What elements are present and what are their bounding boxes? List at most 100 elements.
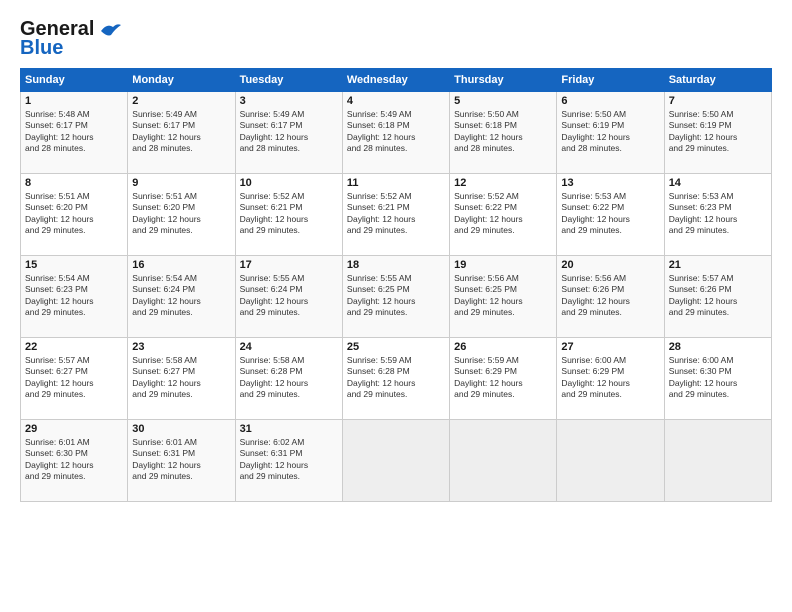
day-number: 24 (240, 341, 338, 353)
day-number: 31 (240, 423, 338, 435)
day-detail: Sunrise: 5:54 AM Sunset: 6:23 PM Dayligh… (25, 273, 123, 319)
day-detail: Sunrise: 5:57 AM Sunset: 6:27 PM Dayligh… (25, 355, 123, 401)
day-detail: Sunrise: 5:50 AM Sunset: 6:18 PM Dayligh… (454, 109, 552, 155)
day-detail: Sunrise: 5:52 AM Sunset: 6:22 PM Dayligh… (454, 191, 552, 237)
day-cell: 13Sunrise: 5:53 AM Sunset: 6:22 PM Dayli… (557, 174, 664, 256)
header-cell-tuesday: Tuesday (235, 69, 342, 92)
day-number: 1 (25, 95, 123, 107)
day-detail: Sunrise: 5:49 AM Sunset: 6:18 PM Dayligh… (347, 109, 445, 155)
day-detail: Sunrise: 5:56 AM Sunset: 6:26 PM Dayligh… (561, 273, 659, 319)
day-cell: 7 Sunrise: 5:50 AM Sunset: 6:19 PM Daylig… (664, 92, 771, 174)
header-cell-friday: Friday (557, 69, 664, 92)
header: General Blue (20, 18, 772, 60)
day-number: 28 (669, 341, 767, 353)
day-cell: 28 Sunrise: 6:00 AM Sunset: 6:30 PM Dayli… (664, 338, 771, 420)
day-number: 7 (669, 95, 767, 107)
day-detail: Sunrise: 5:49 AM Sunset: 6:17 PM Dayligh… (132, 109, 230, 155)
day-number: 15 (25, 259, 123, 271)
day-number: 25 (347, 341, 445, 353)
day-cell: 2 Sunrise: 5:49 AM Sunset: 6:17 PM Daylig… (128, 92, 235, 174)
day-cell: 9 Sunrise: 5:51 AM Sunset: 6:20 PM Daylig… (128, 174, 235, 256)
day-detail: Sunrise: 5:52 AM Sunset: 6:21 PM Dayligh… (240, 191, 338, 237)
day-cell (557, 420, 664, 502)
day-number: 17 (240, 259, 338, 271)
day-detail: Sunrise: 5:52 AM Sunset: 6:21 PM Dayligh… (347, 191, 445, 237)
day-number: 29 (25, 423, 123, 435)
day-cell: 17 Sunrise: 5:55 AM Sunset: 6:24 PM Dayli… (235, 256, 342, 338)
day-cell: 10 Sunrise: 5:52 AM Sunset: 6:21 PM Dayli… (235, 174, 342, 256)
day-detail: Sunrise: 5:58 AM Sunset: 6:28 PM Dayligh… (240, 355, 338, 401)
day-detail: Sunrise: 5:54 AM Sunset: 6:24 PM Dayligh… (132, 273, 230, 319)
day-cell: 30 Sunrise: 6:01 AM Sunset: 6:31 PM Dayli… (128, 420, 235, 502)
day-cell: 31 Sunrise: 6:02 AM Sunset: 6:31 PM Dayli… (235, 420, 342, 502)
day-number: 16 (132, 259, 230, 271)
page: General Blue SundayMondayTuesdayWednesda… (0, 0, 792, 612)
day-detail: Sunrise: 5:55 AM Sunset: 6:24 PM Dayligh… (240, 273, 338, 319)
day-number: 5 (454, 95, 552, 107)
day-number: 12 (454, 177, 552, 189)
day-detail: Sunrise: 5:55 AM Sunset: 6:25 PM Dayligh… (347, 273, 445, 319)
day-number: 3 (240, 95, 338, 107)
day-number: 9 (132, 177, 230, 189)
day-number: 23 (132, 341, 230, 353)
day-number: 6 (561, 95, 659, 107)
day-cell: 27Sunrise: 6:00 AM Sunset: 6:29 PM Dayli… (557, 338, 664, 420)
day-detail: Sunrise: 5:57 AM Sunset: 6:26 PM Dayligh… (669, 273, 767, 319)
day-cell (342, 420, 449, 502)
day-number: 10 (240, 177, 338, 189)
calendar-header: SundayMondayTuesdayWednesdayThursdayFrid… (21, 69, 772, 92)
day-detail: Sunrise: 5:51 AM Sunset: 6:20 PM Dayligh… (132, 191, 230, 237)
day-number: 20 (561, 259, 659, 271)
week-row-3: 15 Sunrise: 5:54 AM Sunset: 6:23 PM Dayli… (21, 256, 772, 338)
day-detail: Sunrise: 6:00 AM Sunset: 6:30 PM Dayligh… (669, 355, 767, 401)
day-cell: 19Sunrise: 5:56 AM Sunset: 6:25 PM Dayli… (450, 256, 557, 338)
day-number: 18 (347, 259, 445, 271)
day-detail: Sunrise: 6:01 AM Sunset: 6:31 PM Dayligh… (132, 437, 230, 483)
day-detail: Sunrise: 6:00 AM Sunset: 6:29 PM Dayligh… (561, 355, 659, 401)
day-cell: 21 Sunrise: 5:57 AM Sunset: 6:26 PM Dayli… (664, 256, 771, 338)
day-number: 2 (132, 95, 230, 107)
day-number: 8 (25, 177, 123, 189)
logo-blue: Blue (20, 37, 63, 60)
day-cell: 5 Sunrise: 5:50 AM Sunset: 6:18 PM Daylig… (450, 92, 557, 174)
day-cell: 14 Sunrise: 5:53 AM Sunset: 6:23 PM Dayli… (664, 174, 771, 256)
day-cell: 3 Sunrise: 5:49 AM Sunset: 6:17 PM Daylig… (235, 92, 342, 174)
day-number: 19 (454, 259, 552, 271)
header-cell-wednesday: Wednesday (342, 69, 449, 92)
day-number: 21 (669, 259, 767, 271)
day-cell: 20 Sunrise: 5:56 AM Sunset: 6:26 PM Dayli… (557, 256, 664, 338)
day-detail: Sunrise: 6:01 AM Sunset: 6:30 PM Dayligh… (25, 437, 123, 483)
day-number: 13 (561, 177, 659, 189)
day-cell: 1Sunrise: 5:48 AM Sunset: 6:17 PM Daylig… (21, 92, 128, 174)
day-cell: 12 Sunrise: 5:52 AM Sunset: 6:22 PM Dayli… (450, 174, 557, 256)
day-cell: 22 Sunrise: 5:57 AM Sunset: 6:27 PM Dayli… (21, 338, 128, 420)
day-cell (664, 420, 771, 502)
day-detail: Sunrise: 6:02 AM Sunset: 6:31 PM Dayligh… (240, 437, 338, 483)
logo-bird-icon (99, 21, 121, 39)
calendar-table: SundayMondayTuesdayWednesdayThursdayFrid… (20, 68, 772, 502)
day-detail: Sunrise: 5:53 AM Sunset: 6:23 PM Dayligh… (669, 191, 767, 237)
week-row-5: 29 Sunrise: 6:01 AM Sunset: 6:30 PM Dayli… (21, 420, 772, 502)
day-cell: 18 Sunrise: 5:55 AM Sunset: 6:25 PM Dayli… (342, 256, 449, 338)
day-cell: 4 Sunrise: 5:49 AM Sunset: 6:18 PM Daylig… (342, 92, 449, 174)
week-row-1: 1Sunrise: 5:48 AM Sunset: 6:17 PM Daylig… (21, 92, 772, 174)
day-cell: 25Sunrise: 5:59 AM Sunset: 6:28 PM Dayli… (342, 338, 449, 420)
day-cell: 15 Sunrise: 5:54 AM Sunset: 6:23 PM Dayli… (21, 256, 128, 338)
day-cell: 16 Sunrise: 5:54 AM Sunset: 6:24 PM Dayli… (128, 256, 235, 338)
header-cell-monday: Monday (128, 69, 235, 92)
day-detail: Sunrise: 5:49 AM Sunset: 6:17 PM Dayligh… (240, 109, 338, 155)
day-detail: Sunrise: 5:50 AM Sunset: 6:19 PM Dayligh… (561, 109, 659, 155)
day-cell: 23 Sunrise: 5:58 AM Sunset: 6:27 PM Dayli… (128, 338, 235, 420)
day-detail: Sunrise: 5:58 AM Sunset: 6:27 PM Dayligh… (132, 355, 230, 401)
header-cell-thursday: Thursday (450, 69, 557, 92)
day-number: 14 (669, 177, 767, 189)
day-cell: 8Sunrise: 5:51 AM Sunset: 6:20 PM Daylig… (21, 174, 128, 256)
day-number: 30 (132, 423, 230, 435)
day-detail: Sunrise: 5:50 AM Sunset: 6:19 PM Dayligh… (669, 109, 767, 155)
day-cell: 26Sunrise: 5:59 AM Sunset: 6:29 PM Dayli… (450, 338, 557, 420)
day-number: 4 (347, 95, 445, 107)
day-detail: Sunrise: 5:59 AM Sunset: 6:29 PM Dayligh… (454, 355, 552, 401)
day-number: 22 (25, 341, 123, 353)
calendar-body: 1Sunrise: 5:48 AM Sunset: 6:17 PM Daylig… (21, 92, 772, 502)
day-number: 11 (347, 177, 445, 189)
